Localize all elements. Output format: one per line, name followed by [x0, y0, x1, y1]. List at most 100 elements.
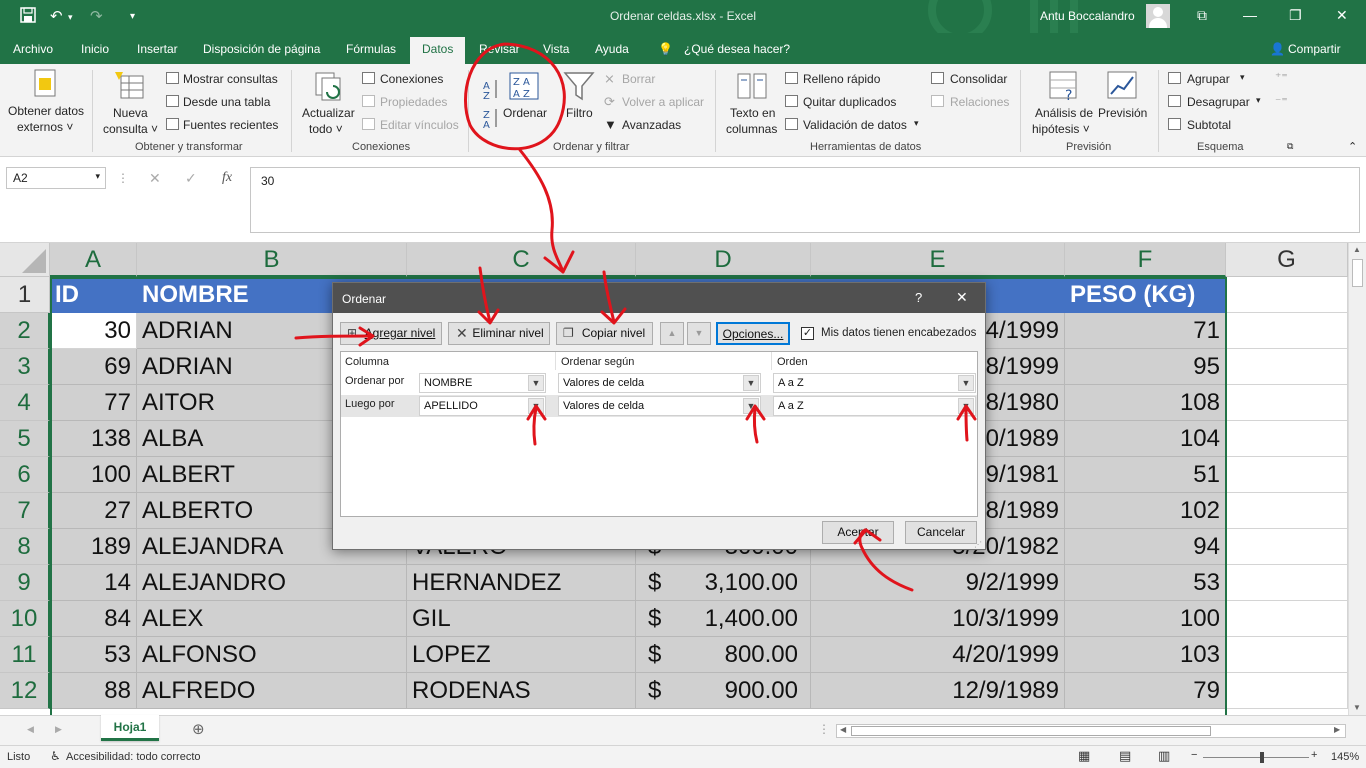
row-header-3[interactable]: 3 — [0, 349, 50, 385]
name-box[interactable]: A2 ▾ — [6, 167, 106, 189]
table-cell-nombre[interactable]: ALFREDO — [137, 673, 407, 709]
next-sheet-icon[interactable]: ▶ — [55, 724, 62, 735]
accessibility-status[interactable]: Accesibilidad: todo correcto — [66, 751, 201, 763]
chevron-down-icon[interactable]: ▼ — [743, 375, 759, 391]
table-cell-id[interactable]: 27 — [50, 493, 137, 529]
group-button[interactable]: Agrupar — [1187, 72, 1230, 86]
table-cell-date[interactable]: 9/2/1999 — [811, 565, 1065, 601]
scroll-thumb[interactable] — [1352, 259, 1363, 287]
sort-az-icon[interactable]: AZZA — [481, 76, 501, 130]
table-cell-id[interactable]: 100 — [50, 457, 137, 493]
row-header-9[interactable]: 9 — [0, 565, 50, 601]
chevron-down-icon[interactable]: ▼ — [528, 375, 544, 391]
refresh-all-label-2[interactable]: todo ˅ — [309, 122, 343, 136]
advanced-button[interactable]: Avanzadas — [622, 118, 681, 132]
group-dropdown-icon[interactable]: ▾ — [1240, 72, 1245, 83]
sort-order-select[interactable]: A a Z ▼ — [773, 373, 976, 393]
table-cell-date[interactable]: 12/9/1989 — [811, 673, 1065, 709]
tab-ayuda[interactable]: Ayuda — [595, 42, 629, 56]
get-data-label-1[interactable]: Obtener datos — [8, 104, 84, 118]
consolidate-button[interactable]: Consolidar — [950, 72, 1007, 86]
data-validation-dropdown-icon[interactable]: ▾ — [914, 118, 919, 129]
page-layout-icon[interactable]: ▤ — [1119, 748, 1131, 764]
cell[interactable] — [1226, 349, 1348, 385]
name-box-dropdown-icon[interactable]: ▾ — [95, 171, 100, 182]
headers-checkbox[interactable]: ✓ — [801, 327, 814, 340]
table-cell-id[interactable]: 53 — [50, 637, 137, 673]
chevron-down-icon[interactable]: ▼ — [958, 398, 974, 414]
filter-button[interactable]: Filtro — [566, 106, 593, 120]
page-break-icon[interactable]: ▥ — [1158, 748, 1170, 764]
cell[interactable] — [1226, 457, 1348, 493]
row-header-1[interactable]: 1 — [0, 277, 50, 313]
tab-archivo[interactable]: Archivo — [13, 42, 53, 56]
share-icon[interactable]: 👤 — [1270, 42, 1285, 56]
copy-level-button[interactable]: ❐ Copiar nivel — [556, 322, 653, 345]
recent-sources-button[interactable]: Fuentes recientes — [183, 118, 278, 132]
tell-me-search[interactable]: ¿Qué desea hacer? — [684, 42, 790, 56]
add-sheet-icon[interactable]: ⊕ — [192, 720, 205, 738]
column-header-b[interactable]: B — [137, 243, 407, 277]
tab-datos[interactable]: Datos — [410, 37, 466, 64]
avatar[interactable] — [1146, 4, 1170, 28]
ungroup-dropdown-icon[interactable]: ▾ — [1256, 95, 1261, 106]
tab-disposicion[interactable]: Disposición de página — [203, 42, 320, 56]
hide-detail-icon[interactable]: ⁻⁼ — [1275, 94, 1288, 108]
cell[interactable] — [1226, 493, 1348, 529]
table-cell-amount[interactable]: $900.00 — [636, 673, 811, 709]
show-queries-button[interactable]: Mostrar consultas — [183, 72, 278, 86]
row-header-8[interactable]: 8 — [0, 529, 50, 565]
table-cell-nombre[interactable]: ALEX — [137, 601, 407, 637]
scroll-left-icon[interactable]: ◀ — [840, 725, 846, 734]
table-cell-nombre[interactable]: ALFONSO — [137, 637, 407, 673]
chevron-down-icon[interactable]: ▼ — [528, 398, 544, 414]
table-cell-peso[interactable]: 51 — [1065, 457, 1226, 493]
edit-links-button[interactable]: Editar vínculos — [380, 118, 459, 132]
table-cell-apellido[interactable]: HERNANDEZ — [407, 565, 636, 601]
cell[interactable] — [1226, 277, 1348, 313]
row-header-12[interactable]: 12 — [0, 673, 50, 709]
ribbon-display-icon[interactable]: ⧉ — [1197, 7, 1207, 24]
text-to-columns-label-1[interactable]: Texto en — [730, 106, 775, 120]
scroll-down-icon[interactable]: ▼ — [1353, 703, 1361, 712]
zoom-slider-thumb[interactable] — [1260, 752, 1264, 763]
table-cell-peso[interactable]: 94 — [1065, 529, 1226, 565]
table-cell-id[interactable]: 30 — [50, 313, 137, 349]
cell[interactable] — [1226, 313, 1348, 349]
from-table-button[interactable]: Desde una tabla — [183, 95, 270, 109]
cancel-entry-icon[interactable]: ✕ — [149, 170, 161, 187]
table-cell-id[interactable]: 138 — [50, 421, 137, 457]
insert-function-icon[interactable]: fx — [222, 170, 232, 186]
row-header-6[interactable]: 6 — [0, 457, 50, 493]
table-cell-id[interactable]: 189 — [50, 529, 137, 565]
table-cell-peso[interactable]: 108 — [1065, 385, 1226, 421]
table-cell-id[interactable]: 77 — [50, 385, 137, 421]
headers-checkbox-label[interactable]: Mis datos tienen encabezados — [821, 327, 976, 339]
table-cell-peso[interactable]: 71 — [1065, 313, 1226, 349]
new-query-label-1[interactable]: Nueva — [113, 106, 148, 120]
dialog-close-button[interactable]: ✕ — [956, 289, 968, 306]
cell[interactable] — [1226, 421, 1348, 457]
column-header-a[interactable]: A — [50, 243, 137, 277]
move-up-button[interactable]: ▲ — [660, 322, 684, 345]
sort-dialog-icon[interactable]: Z AA Z — [509, 72, 539, 100]
zoom-out-icon[interactable]: − — [1191, 749, 1197, 761]
table-cell-peso[interactable]: 104 — [1065, 421, 1226, 457]
table-cell-apellido[interactable]: RODENAS — [407, 673, 636, 709]
text-to-columns-label-2[interactable]: columnas — [726, 122, 777, 136]
user-name[interactable]: Antu Boccalandro — [1040, 9, 1135, 23]
zoom-slider[interactable] — [1203, 757, 1309, 758]
table-cell-apellido[interactable]: GIL — [407, 601, 636, 637]
remove-duplicates-button[interactable]: Quitar duplicados — [803, 95, 896, 109]
table-header-cell[interactable]: PESO (KG) — [1065, 277, 1226, 313]
confirm-entry-icon[interactable]: ✓ — [185, 170, 197, 187]
tab-inicio[interactable]: Inicio — [81, 42, 109, 56]
table-cell-peso[interactable]: 79 — [1065, 673, 1226, 709]
cell[interactable] — [1226, 529, 1348, 565]
table-cell-nombre[interactable]: ALEJANDRO — [137, 565, 407, 601]
tab-vista[interactable]: Vista — [543, 42, 569, 56]
table-cell-id[interactable]: 84 — [50, 601, 137, 637]
table-cell-peso[interactable]: 100 — [1065, 601, 1226, 637]
subtotal-button[interactable]: Subtotal — [1187, 118, 1231, 132]
cancel-button[interactable]: Cancelar — [905, 521, 977, 544]
